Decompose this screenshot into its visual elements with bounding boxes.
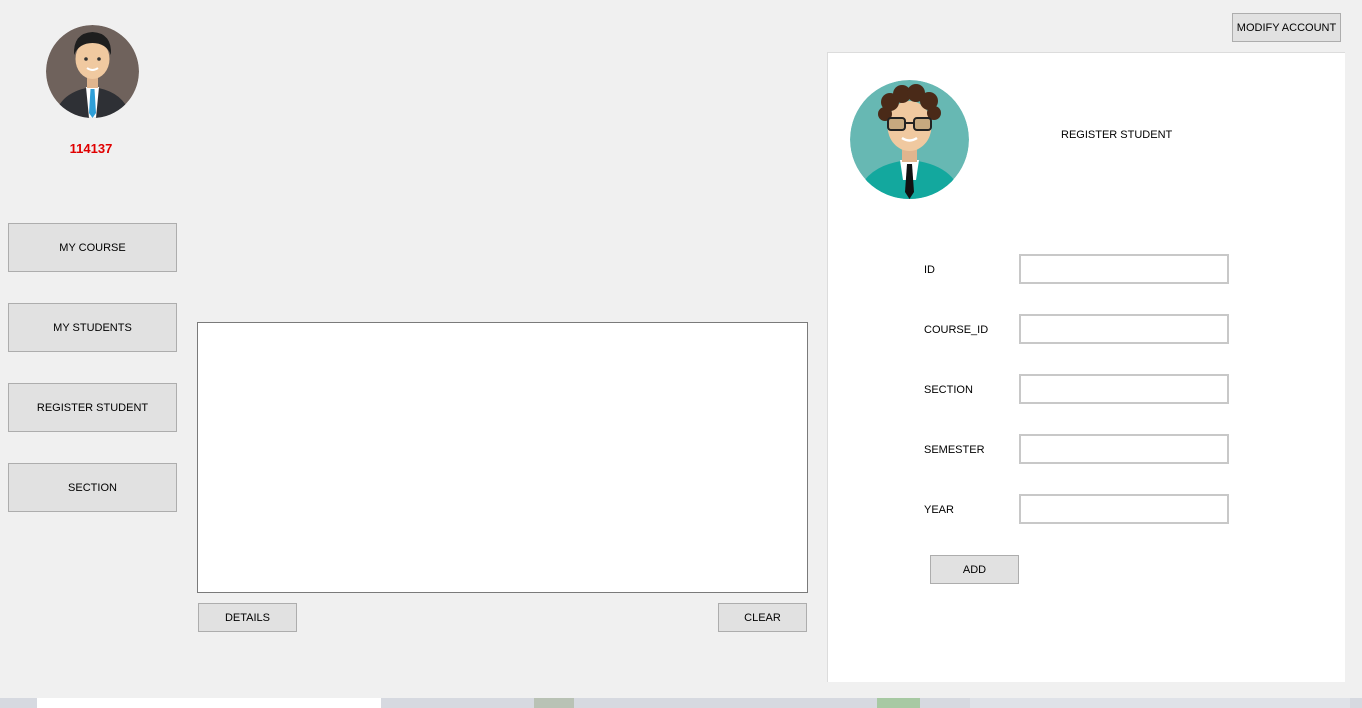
id-field[interactable] xyxy=(1019,254,1229,284)
semester-field[interactable] xyxy=(1019,434,1229,464)
user-id-label: 114137 xyxy=(69,141,113,156)
my-course-button[interactable]: MY COURSE xyxy=(8,223,177,272)
taskbar-item[interactable] xyxy=(970,698,1350,708)
results-textarea[interactable] xyxy=(197,322,808,593)
details-button[interactable]: DETAILS xyxy=(198,603,297,632)
taskbar-item[interactable] xyxy=(534,698,574,708)
form-title: REGISTER STUDENT xyxy=(1061,129,1173,141)
section-label: SECTION xyxy=(924,384,973,396)
my-students-button[interactable]: MY STUDENTS xyxy=(8,303,177,352)
section-button[interactable]: SECTION xyxy=(8,463,177,512)
taskbar-strip xyxy=(0,698,1362,708)
taskbar-item-active[interactable] xyxy=(37,698,381,708)
teacher-avatar xyxy=(46,25,139,118)
clear-button[interactable]: CLEAR xyxy=(718,603,807,632)
modify-account-button[interactable]: MODIFY ACCOUNT xyxy=(1232,13,1341,42)
register-student-nav-button[interactable]: REGISTER STUDENT xyxy=(8,383,177,432)
id-label: ID xyxy=(924,264,935,276)
year-label: YEAR xyxy=(924,504,954,516)
section-field[interactable] xyxy=(1019,374,1229,404)
semester-label: SEMESTER xyxy=(924,444,985,456)
course-id-field[interactable] xyxy=(1019,314,1229,344)
year-field[interactable] xyxy=(1019,494,1229,524)
taskbar-item[interactable] xyxy=(877,698,920,708)
course-id-label: COURSE_ID xyxy=(924,324,989,336)
add-button[interactable]: ADD xyxy=(930,555,1019,584)
student-avatar xyxy=(850,80,969,199)
